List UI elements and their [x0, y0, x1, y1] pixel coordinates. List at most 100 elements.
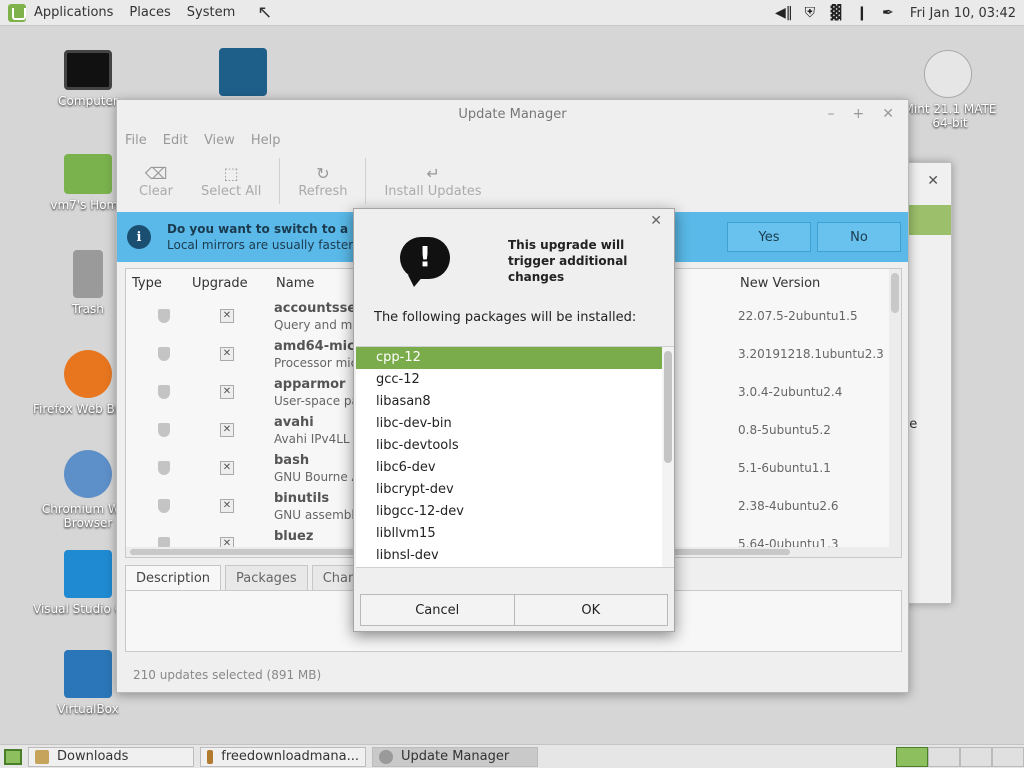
maximize-icon[interactable]: + — [853, 106, 865, 122]
workspace-4[interactable] — [992, 747, 1024, 767]
taskbar-item-update-manager[interactable]: Update Manager — [372, 746, 538, 767]
yes-button[interactable]: Yes — [727, 222, 811, 252]
package-version: 3.20191218.1ubuntu2.3 — [738, 347, 884, 361]
dialog-heading: This upgrade will trigger additional cha… — [508, 238, 628, 284]
package-version: 2.38-4ubuntu2.6 — [738, 499, 839, 513]
list-item[interactable]: libllvm15 — [356, 523, 674, 545]
mint-menu-icon[interactable] — [8, 3, 26, 22]
tab-description[interactable]: Description — [125, 565, 222, 593]
toolbar-separator — [365, 158, 367, 204]
upgrade-checkbox[interactable]: ✕ — [220, 423, 234, 437]
refresh-button[interactable]: ↻ Refresh — [284, 152, 361, 210]
taskbar-item-downloads[interactable]: Downloads — [28, 746, 194, 767]
workspace-1[interactable] — [896, 747, 928, 767]
speaker-icon[interactable]: ◀‖ — [774, 4, 794, 22]
pen-icon[interactable]: ✒ — [878, 4, 898, 22]
workspace-3[interactable] — [960, 747, 992, 767]
package-name: avahi — [274, 415, 314, 430]
clear-button[interactable]: ⌫ Clear — [125, 152, 187, 210]
upgrade-checkbox[interactable]: ✕ — [220, 347, 234, 361]
install-label: Install Updates — [384, 183, 482, 199]
shield-icon — [158, 347, 170, 361]
package-version: 0.8-5ubuntu5.2 — [738, 423, 831, 437]
desktop-icon-label: Mint 21.1 MATE 64-bit — [903, 102, 997, 130]
column-header-new-version[interactable]: New Version — [740, 269, 820, 299]
firefox-icon — [64, 350, 112, 398]
close-icon[interactable]: ✕ — [927, 173, 939, 189]
list-item[interactable]: cpp-12 — [356, 347, 674, 369]
network-icon[interactable]: ▓ — [826, 4, 846, 22]
upgrade-checkbox[interactable]: ✕ — [220, 461, 234, 475]
ok-button[interactable]: OK — [514, 594, 668, 626]
cancel-button[interactable]: Cancel — [360, 594, 515, 626]
select-all-button[interactable]: ⬚ Select All — [187, 152, 275, 210]
column-header-name[interactable]: Name — [276, 269, 314, 299]
list-item[interactable]: libcrypt-dev — [356, 479, 674, 501]
list-item[interactable]: libasan8 — [356, 391, 674, 413]
menu-help[interactable]: Help — [251, 133, 281, 148]
upgrade-checkbox[interactable]: ✕ — [220, 385, 234, 399]
scrollbar-thumb[interactable] — [891, 273, 899, 313]
menu-places[interactable]: Places — [129, 5, 170, 20]
shield-icon — [158, 461, 170, 475]
menu-edit[interactable]: Edit — [163, 133, 188, 148]
vertical-scrollbar[interactable] — [662, 347, 674, 567]
menu-view[interactable]: View — [204, 133, 235, 148]
notification-icon[interactable]: ❙ — [852, 4, 872, 22]
shield-icon — [158, 499, 170, 513]
desktop-icon-fdm[interactable] — [188, 48, 298, 100]
tab-packages[interactable]: Packages — [225, 565, 308, 593]
clock[interactable]: Fri Jan 10, 03:42 — [910, 6, 1016, 21]
close-icon[interactable]: ✕ — [650, 213, 662, 229]
menu-system[interactable]: System — [187, 5, 235, 20]
column-header-upgrade[interactable]: Upgrade — [192, 269, 248, 299]
system-tray: ◀‖ ⛨ ▓ ❙ ✒ Fri Jan 10, 03:42 — [774, 0, 1016, 26]
minimize-icon[interactable]: – — [828, 106, 835, 122]
list-item[interactable]: libgcc-12-dev — [356, 501, 674, 523]
scrollbar-thumb[interactable] — [664, 351, 672, 463]
column-header-type[interactable]: Type — [132, 269, 162, 299]
no-button[interactable]: No — [817, 222, 901, 252]
package-name: apparmor — [274, 377, 346, 392]
package-description: Query and ma — [274, 318, 360, 332]
package-description: Avahi IPv4LL — [274, 432, 350, 446]
workspace-2[interactable] — [928, 747, 960, 767]
list-item[interactable]: gcc-12 — [356, 369, 674, 391]
taskbar-item-label: Downloads — [57, 749, 129, 764]
window-titlebar[interactable]: Update Manager – + ✕ — [117, 100, 908, 128]
shield-icon — [158, 385, 170, 399]
list-item[interactable]: libc6-dev — [356, 457, 674, 479]
shield-icon — [379, 749, 393, 764]
package-version: 3.0.4-2ubuntu2.4 — [738, 385, 843, 399]
menu-applications[interactable]: Applications — [34, 5, 113, 20]
taskbar-item-fdm[interactable]: freedownloadmana... — [200, 746, 366, 767]
details-tabs: Description Packages Change — [125, 565, 384, 593]
upgrade-checkbox[interactable]: ✕ — [220, 309, 234, 323]
upgrade-checkbox[interactable]: ✕ — [220, 499, 234, 513]
warning-bubble-icon: ! — [400, 237, 450, 287]
additional-changes-dialog: ✕ ! This upgrade will trigger additional… — [353, 208, 675, 632]
package-description: GNU Bourne A — [274, 470, 360, 484]
show-desktop-icon[interactable] — [4, 748, 22, 765]
select-all-icon: ⬚ — [223, 163, 239, 183]
package-version: 5.1-6ubuntu1.1 — [738, 461, 831, 475]
shield-icon[interactable]: ⛨ — [800, 4, 820, 22]
window-title: Update Manager — [458, 106, 567, 122]
list-item[interactable]: libc-devtools — [356, 435, 674, 457]
vertical-scrollbar[interactable] — [889, 269, 901, 557]
list-item[interactable]: libnsl-dev — [356, 545, 674, 567]
menu-file[interactable]: File — [125, 133, 147, 148]
shield-icon — [158, 309, 170, 323]
dialog-subheading: The following packages will be installed… — [374, 310, 637, 325]
close-icon[interactable]: ✕ — [882, 106, 894, 122]
chromium-icon — [64, 450, 112, 498]
install-updates-button[interactable]: ↵ Install Updates — [370, 152, 495, 210]
workspace-switcher — [896, 747, 1024, 767]
taskbar-item-label: Update Manager — [401, 749, 510, 764]
window-controls: – + ✕ — [828, 106, 894, 122]
refresh-icon: ↻ — [316, 163, 330, 183]
mirror-info-text: Do you want to switch to a loc Local mir… — [167, 221, 372, 253]
list-item[interactable]: libc-dev-bin — [356, 413, 674, 435]
free-download-manager-icon — [219, 48, 267, 96]
bottom-panel: Downloads freedownloadmana... Update Man… — [0, 744, 1024, 768]
